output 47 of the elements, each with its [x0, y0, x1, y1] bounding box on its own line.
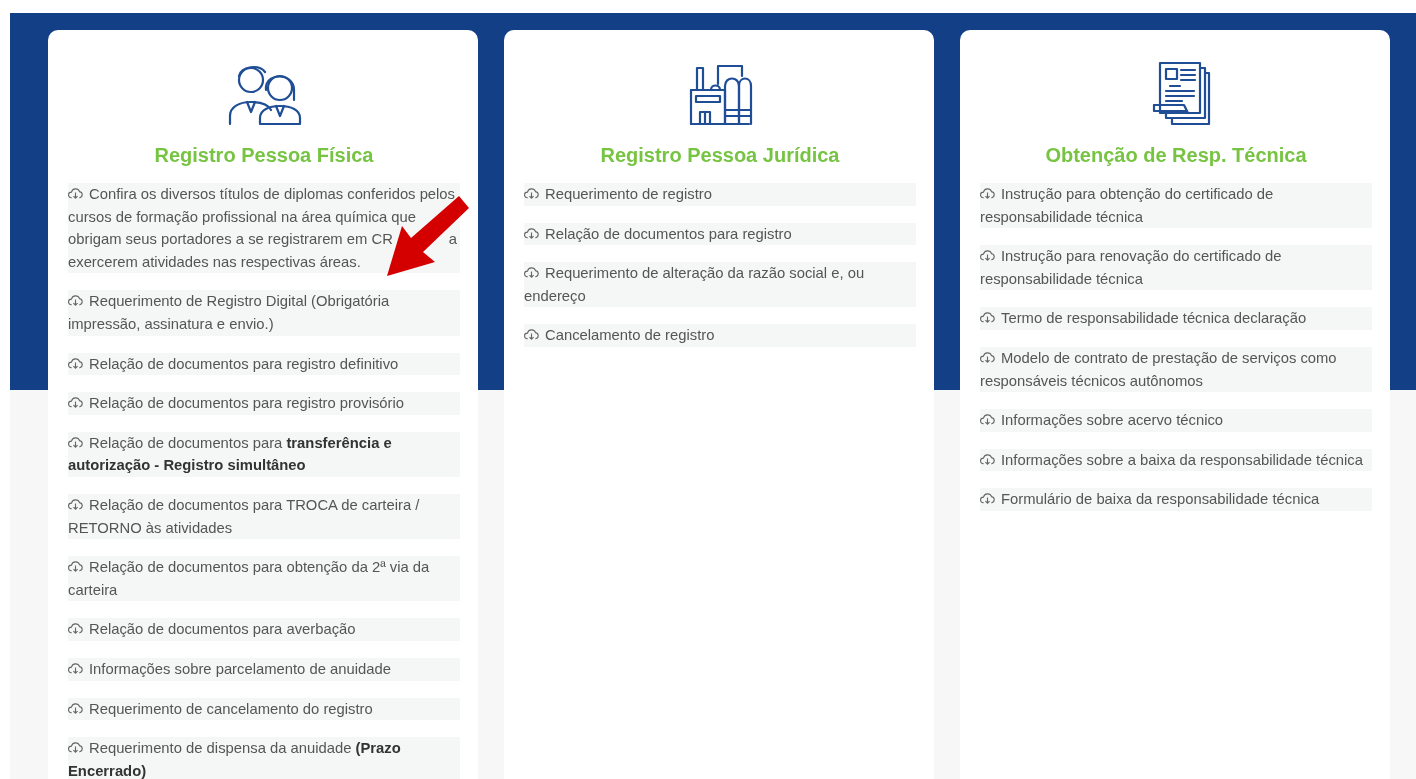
cloud-download-icon: [68, 661, 83, 675]
download-link[interactable]: Relação de documentos para registro: [524, 222, 916, 246]
cloud-download-icon: [980, 492, 995, 506]
cloud-download-icon: [980, 249, 995, 263]
cloud-download-icon: [980, 311, 995, 325]
cloud-download-icon: [68, 741, 83, 755]
download-link[interactable]: Formulário de baixa da responsabilidade técnica: [980, 488, 1372, 511]
download-link[interactable]: Confira os diversos títulos de diplomas conferidos pelos cursos de formação profissional na área química que obrigam seus portadores a se registrarem em CR a exercerem atividades nas respectivas áreas.: [68, 183, 460, 274]
cloud-download-icon: [980, 187, 995, 200]
cloud-download-icon: [68, 356, 83, 370]
download-link[interactable]: Relação de documentos para TROCA de carteira / RETORNO às atividades: [68, 493, 460, 540]
download-link[interactable]: Requerimento de dispensa da anuidade (Prazo Encerrado): [68, 737, 460, 779]
cloud-download-icon: [68, 497, 83, 511]
download-link[interactable]: Instrução para renovação do certificado de responsabilidade técnica: [980, 245, 1372, 291]
cloud-download-icon: [524, 226, 539, 240]
cloud-download-icon: [980, 350, 995, 364]
download-link[interactable]: Requerimento de registro: [524, 183, 916, 206]
download-link[interactable]: Requerimento de Registro Digital (Obrigatória impressão, assinatura e envio.): [68, 290, 460, 336]
card-title: Registro Pessoa Física: [153, 143, 375, 167]
download-link[interactable]: Cancelamento de registro: [524, 324, 916, 347]
cloud-download-icon: [68, 701, 83, 715]
download-link[interactable]: Modelo de contrato de prestação de serviços como responsáveis técnicos autônomos: [980, 346, 1372, 393]
download-link[interactable]: Instrução para obtenção do certificado de responsabilidade técnica: [980, 183, 1372, 229]
card-title: Registro Pessoa Jurídica: [599, 143, 841, 167]
cloud-download-icon: [68, 622, 83, 636]
download-link[interactable]: Requerimento de alteração da razão social e, ou endereço: [524, 262, 916, 308]
cloud-download-icon: [980, 452, 995, 466]
download-link[interactable]: Informações sobre a baixa da responsabilidade técnica: [980, 448, 1372, 472]
download-link[interactable]: Relação de documentos para averbação: [68, 618, 460, 641]
cloud-download-icon: [68, 435, 83, 449]
card-title: Obtenção de Resp. Técnica: [1044, 143, 1308, 167]
cloud-download-icon: [68, 187, 83, 200]
cloud-download-icon: [68, 396, 83, 410]
cloud-download-icon: [68, 294, 83, 308]
download-link[interactable]: Relação de documentos para transferência e autorização - Registro simultâneo: [68, 431, 460, 477]
cloud-download-icon: [68, 560, 83, 574]
download-link[interactable]: Termo de responsabilidade técnica declaração: [980, 307, 1372, 330]
cloud-download-icon: [524, 187, 539, 200]
download-link[interactable]: Relação de documentos para registro provisório: [68, 392, 460, 415]
download-link[interactable]: Informações sobre parcelamento de anuidade: [68, 657, 460, 681]
download-link[interactable]: Informações sobre acervo técnico: [980, 409, 1372, 432]
download-link[interactable]: Relação de documentos para obtenção da 2ª via da carteira: [68, 556, 460, 602]
download-link[interactable]: Requerimento de cancelamento do registro: [68, 697, 460, 721]
download-link[interactable]: Relação de documentos para registro definitivo: [68, 352, 460, 376]
cloud-download-icon: [524, 266, 539, 280]
cloud-download-icon: [980, 413, 995, 427]
cloud-download-icon: [524, 328, 539, 342]
